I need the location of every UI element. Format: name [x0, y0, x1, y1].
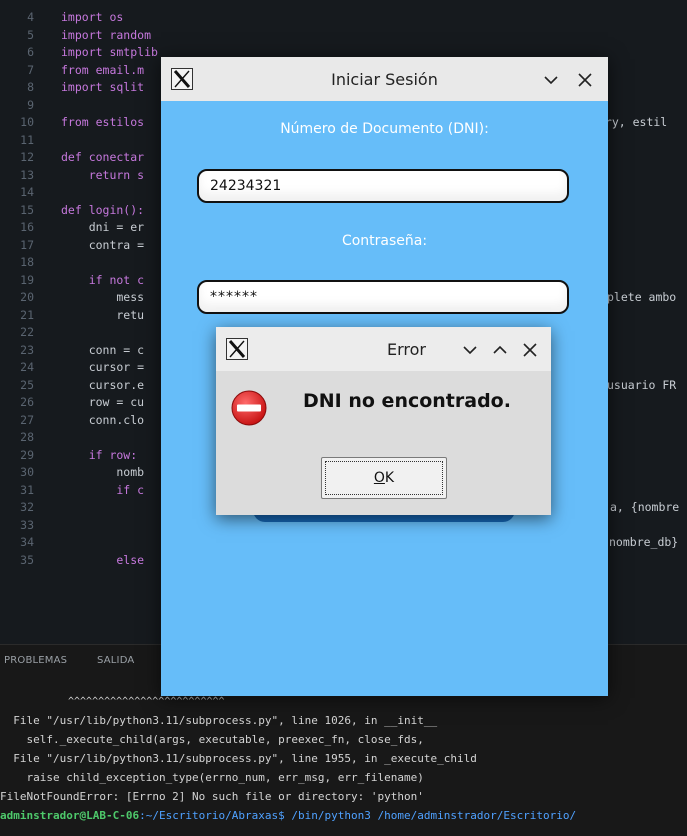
terminal-line: File "/usr/lib/python3.11/subprocess.py"…	[0, 714, 438, 727]
line-number: 27	[20, 412, 34, 427]
tab-problemas[interactable]: PROBLEMAS	[4, 655, 67, 666]
line-number: 16	[20, 220, 34, 234]
code-text: else	[61, 552, 145, 567]
minimize-button[interactable]	[541, 70, 561, 90]
code-text-fragment: usuario FR	[607, 377, 677, 392]
line-number: 23	[20, 342, 34, 357]
line-number: 4	[27, 10, 34, 24]
ok-label-rest: K	[384, 470, 395, 486]
terminal-line: FileNotFoundError: [Errno 2] No such fil…	[0, 790, 424, 803]
code-text: import sqlit	[61, 80, 145, 94]
code-text: from estilos	[61, 115, 145, 129]
line-number: 10	[20, 115, 34, 129]
line-number: 29	[20, 447, 34, 462]
minimize-button[interactable]	[460, 340, 480, 360]
code-text: cursor =	[61, 360, 145, 374]
line-number: 20	[20, 290, 34, 304]
line-number: 15	[20, 202, 34, 217]
code-text: def conectar	[61, 150, 145, 164]
code-text: row = cu	[61, 395, 145, 409]
line-number: 12	[20, 150, 34, 164]
dni-label: Número de Documento (DNI):	[280, 121, 489, 137]
app-icon	[226, 338, 248, 360]
close-button[interactable]	[575, 70, 595, 90]
line-number: 21	[20, 307, 34, 322]
code-text: from email.m	[61, 62, 145, 77]
line-number: 22	[20, 325, 34, 339]
dni-input[interactable]: 24234321	[197, 169, 569, 203]
code-text: if row:	[61, 447, 138, 462]
chevron-down-icon	[544, 76, 558, 85]
code-text-fragment: try, estil	[598, 115, 668, 129]
close-button[interactable]	[520, 340, 540, 360]
close-icon	[523, 343, 537, 357]
code-text: conn.clo	[61, 412, 145, 427]
line-number: 11	[20, 132, 34, 147]
code-text: import os	[61, 10, 124, 24]
terminal-line: File "/usr/lib/python3.11/subprocess.py"…	[0, 752, 477, 765]
error-icon	[230, 389, 268, 431]
line-number: 9	[27, 97, 34, 112]
error-message: DNI no encontrado.	[303, 390, 511, 412]
terminal-user: adminstrador@LAB-C-06	[0, 809, 140, 822]
terminal-path: :~/Escritorio/Abraxas$ /bin/python3 /hom…	[139, 809, 577, 822]
line-number: 17	[20, 237, 34, 252]
code-text: def login():	[61, 202, 145, 217]
line-number: 14	[20, 185, 34, 199]
line-number: 28	[20, 430, 34, 444]
code-text-fragment: plete ambo	[607, 290, 677, 304]
close-icon	[578, 73, 592, 87]
line-number: 19	[20, 272, 34, 287]
ok-button[interactable]: OK	[321, 457, 447, 499]
error-window-title: Error	[387, 340, 426, 359]
line-number: 30	[20, 465, 34, 479]
code-text: mess	[61, 290, 145, 304]
ok-mnemonic: O	[373, 470, 385, 486]
code-line: 5 import random	[0, 27, 687, 45]
line-number: 8	[27, 80, 34, 94]
code-text: retu	[61, 307, 145, 322]
password-label: Contraseña:	[341, 233, 428, 249]
maximize-button[interactable]	[490, 340, 510, 360]
line-number: 33	[20, 517, 34, 532]
error-titlebar[interactable]: Error	[216, 327, 551, 371]
login-titlebar[interactable]: Iniciar Sesión	[161, 57, 608, 101]
error-dialog: Error DNI no encontrado. OK	[216, 327, 551, 515]
line-number: 24	[20, 360, 34, 374]
code-text: import smtplib	[61, 45, 158, 59]
terminal-prompt-line: adminstrador@LAB-C-06:~/Escritorio/Abrax…	[0, 806, 576, 825]
line-number: 35	[20, 552, 34, 567]
code-text: cursor.e	[61, 377, 145, 392]
line-number: 32	[20, 500, 34, 514]
code-text: contra =	[61, 237, 145, 252]
line-number: 7	[27, 62, 34, 77]
line-number: 5	[27, 27, 34, 42]
code-text-fragment: a, {nombre	[610, 500, 680, 514]
line-number: 18	[20, 255, 34, 269]
line-number: 31	[20, 482, 34, 497]
terminal-line: self._execute_child(args, executable, pr…	[0, 733, 424, 746]
tab-salida[interactable]: SALIDA	[97, 655, 134, 666]
code-text: nomb	[61, 465, 145, 479]
line-number: 13	[20, 167, 34, 182]
password-input[interactable]: ******	[197, 280, 569, 314]
line-number: 6	[27, 45, 34, 59]
code-text: conn = c	[61, 342, 145, 357]
code-text: if c	[61, 482, 145, 497]
code-text: dni = er	[61, 220, 145, 234]
chevron-down-icon	[463, 346, 477, 355]
line-number: 34	[20, 535, 34, 549]
code-line: 4 import os	[0, 9, 687, 27]
line-number: 26	[20, 395, 34, 409]
code-text: return s	[61, 167, 145, 182]
code-text-fragment: nombre_db}	[609, 535, 679, 549]
code-text: if not c	[61, 272, 145, 287]
terminal-line: raise child_exception_type(errno_num, er…	[0, 771, 424, 784]
line-number: 25	[20, 377, 34, 392]
chevron-up-icon	[493, 345, 507, 354]
code-text: import random	[61, 27, 152, 42]
